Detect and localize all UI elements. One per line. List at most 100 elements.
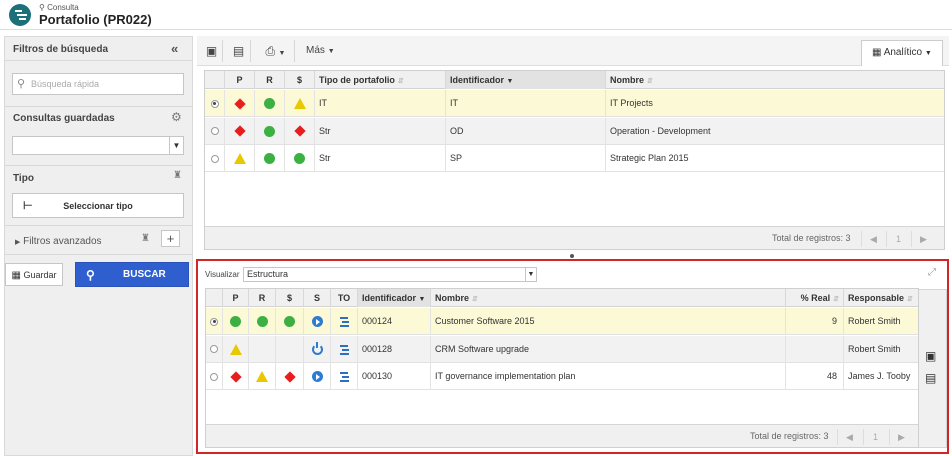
red-diamond-icon xyxy=(233,125,246,137)
page-title: Portafolio (PR022) xyxy=(39,12,152,27)
column-header[interactable]: Identificador ▼ xyxy=(446,71,606,89)
r-status-cell xyxy=(249,335,276,363)
responsible-cell: Robert Smith xyxy=(848,343,901,354)
view-details-icon[interactable]: ▣ xyxy=(925,349,936,363)
next-page-icon[interactable]: ▶ xyxy=(911,231,935,247)
view-details-icon[interactable]: ▣ xyxy=(201,40,223,62)
table-row[interactable]: Str SP Strategic Plan 2015 xyxy=(205,145,944,172)
page-number: 1 xyxy=(863,429,887,445)
p-status-cell xyxy=(225,90,255,117)
row-radio[interactable] xyxy=(210,372,218,381)
column-header[interactable]: R xyxy=(249,289,276,307)
record-count: Total de registros: 3 xyxy=(772,233,851,243)
yellow-triangle-icon xyxy=(293,98,306,110)
identifier-cell: 000124 xyxy=(358,308,431,335)
view-mode-label: Analítico xyxy=(883,47,923,58)
previous-page-icon[interactable]: ◀ xyxy=(861,231,885,247)
green-circle-icon xyxy=(284,316,295,328)
gantt-icon[interactable]: ▤ xyxy=(227,40,251,62)
column-header[interactable]: Nombre ⇵ xyxy=(431,289,786,307)
row-radio[interactable] xyxy=(210,154,219,163)
play-icon xyxy=(311,371,323,383)
cost-status-cell xyxy=(276,308,304,335)
name-cell: IT governance implementation plan xyxy=(431,363,786,390)
previous-page-icon[interactable]: ◀ xyxy=(837,429,861,445)
column-header[interactable]: % Real ⇵ xyxy=(786,289,844,307)
search-button[interactable]: ⚲ BUSCAR xyxy=(75,262,189,287)
column-header[interactable]: $ xyxy=(285,71,315,89)
red-diamond-icon xyxy=(229,370,242,383)
cost-status-cell xyxy=(276,363,304,390)
column-header[interactable]: P xyxy=(223,289,249,307)
table-row[interactable]: IT IT IT Projects xyxy=(205,90,944,117)
row-radio[interactable] xyxy=(210,127,219,136)
row-radio[interactable] xyxy=(210,345,218,354)
view-mode-selector[interactable]: ▦ Analítico ▼ xyxy=(861,40,943,66)
structure-panel: Visualizar Estructura ▼ ⤢ P R $ S TO Ide… xyxy=(196,259,949,454)
p-status-cell xyxy=(223,363,249,390)
expand-icon[interactable]: ⤢ xyxy=(928,267,936,278)
main-toolbar: ▣ ▤ ⎙ ▼ Más ▼ ▦ Analítico ▼ xyxy=(197,36,949,66)
gear-icon[interactable]: ⚙ xyxy=(171,110,182,124)
more-menu[interactable]: Más ▼ xyxy=(300,40,338,62)
collapse-sidebar-icon[interactable]: « xyxy=(171,41,178,56)
table-row[interactable]: 000124 Customer Software 2015 9 Robert Smit… xyxy=(206,308,918,335)
column-header[interactable]: P xyxy=(225,71,255,89)
green-circle-icon xyxy=(264,125,275,137)
column-header[interactable]: Identificador ▼ xyxy=(358,289,431,307)
saved-queries-select[interactable]: ▼ xyxy=(12,136,184,155)
advanced-filters-toggle[interactable]: ▶ Filtros avanzados xyxy=(15,236,102,247)
r-status-cell xyxy=(249,363,276,390)
column-header[interactable]: TO xyxy=(331,289,358,307)
type-label: Tipo xyxy=(13,173,34,184)
table-row[interactable]: 000128 CRM Software upgrade Robert Smith xyxy=(206,335,918,363)
column-header[interactable]: R xyxy=(255,71,285,89)
clear-broom-icon[interactable]: ♜ xyxy=(141,233,150,244)
bars-icon xyxy=(339,317,349,328)
column-header[interactable]: S xyxy=(304,289,331,307)
row-radio[interactable] xyxy=(210,317,218,326)
filters-title: Filtros de búsqueda xyxy=(13,44,109,55)
gantt-icon[interactable]: ▤ xyxy=(925,371,936,385)
r-status-cell xyxy=(249,308,276,335)
responsible-cell: James J. Tooby xyxy=(848,371,911,381)
save-query-button[interactable]: ▦ Guardar xyxy=(5,263,63,286)
cost-status-cell xyxy=(276,335,304,363)
column-header[interactable]: Responsable ⇵ xyxy=(844,289,918,307)
type-object-cell xyxy=(331,308,358,335)
bars-icon xyxy=(339,372,349,383)
filters-sidebar: Filtros de búsqueda « ⚲ Búsqueda rápida … xyxy=(4,36,193,456)
page-number: 1 xyxy=(886,231,910,247)
column-header[interactable]: $ xyxy=(276,289,304,307)
more-label: Más xyxy=(306,45,325,56)
quick-search-input[interactable]: ⚲ Búsqueda rápida xyxy=(12,73,184,95)
table-row[interactable]: 000130 IT governance implementation plan 4… xyxy=(206,363,918,390)
add-filter-button[interactable]: + xyxy=(161,230,180,247)
portfolio-logo-icon xyxy=(9,4,31,26)
percent-real-cell: 9 xyxy=(786,308,844,335)
splitter-handle[interactable] xyxy=(570,254,574,258)
visualize-select[interactable]: Estructura ▼ xyxy=(243,267,537,282)
print-button[interactable]: ⎙ ▼ xyxy=(257,40,295,62)
printer-icon: ⎙ xyxy=(265,44,276,58)
chevron-down-icon: ▼ xyxy=(525,268,536,281)
chevron-right-icon: ▶ xyxy=(15,239,21,246)
p-status-cell xyxy=(225,117,255,145)
chevron-down-icon: ▼ xyxy=(169,137,183,154)
clear-broom-icon[interactable]: ♜ xyxy=(173,170,182,181)
type-object-cell xyxy=(331,335,358,363)
status-cell xyxy=(304,335,331,363)
identifier-cell: OD xyxy=(446,117,606,145)
column-header[interactable]: Tipo de portafolio ⇵ xyxy=(315,71,446,89)
next-page-icon[interactable]: ▶ xyxy=(889,429,913,445)
green-circle-icon xyxy=(230,316,241,328)
type-cell: Str xyxy=(315,117,446,145)
row-radio[interactable] xyxy=(210,99,219,108)
search-icon: ⚲ xyxy=(39,3,45,12)
column-header[interactable]: Nombre ⇵ xyxy=(606,71,944,89)
percent-real-cell xyxy=(786,335,844,363)
table-row[interactable]: Str OD Operation - Development xyxy=(205,117,944,145)
status-cell xyxy=(304,308,331,335)
select-type-button[interactable]: ⊢ Seleccionar tipo xyxy=(12,193,184,218)
app-header: ⚲ Consulta Portafolio (PR022) xyxy=(0,0,952,30)
